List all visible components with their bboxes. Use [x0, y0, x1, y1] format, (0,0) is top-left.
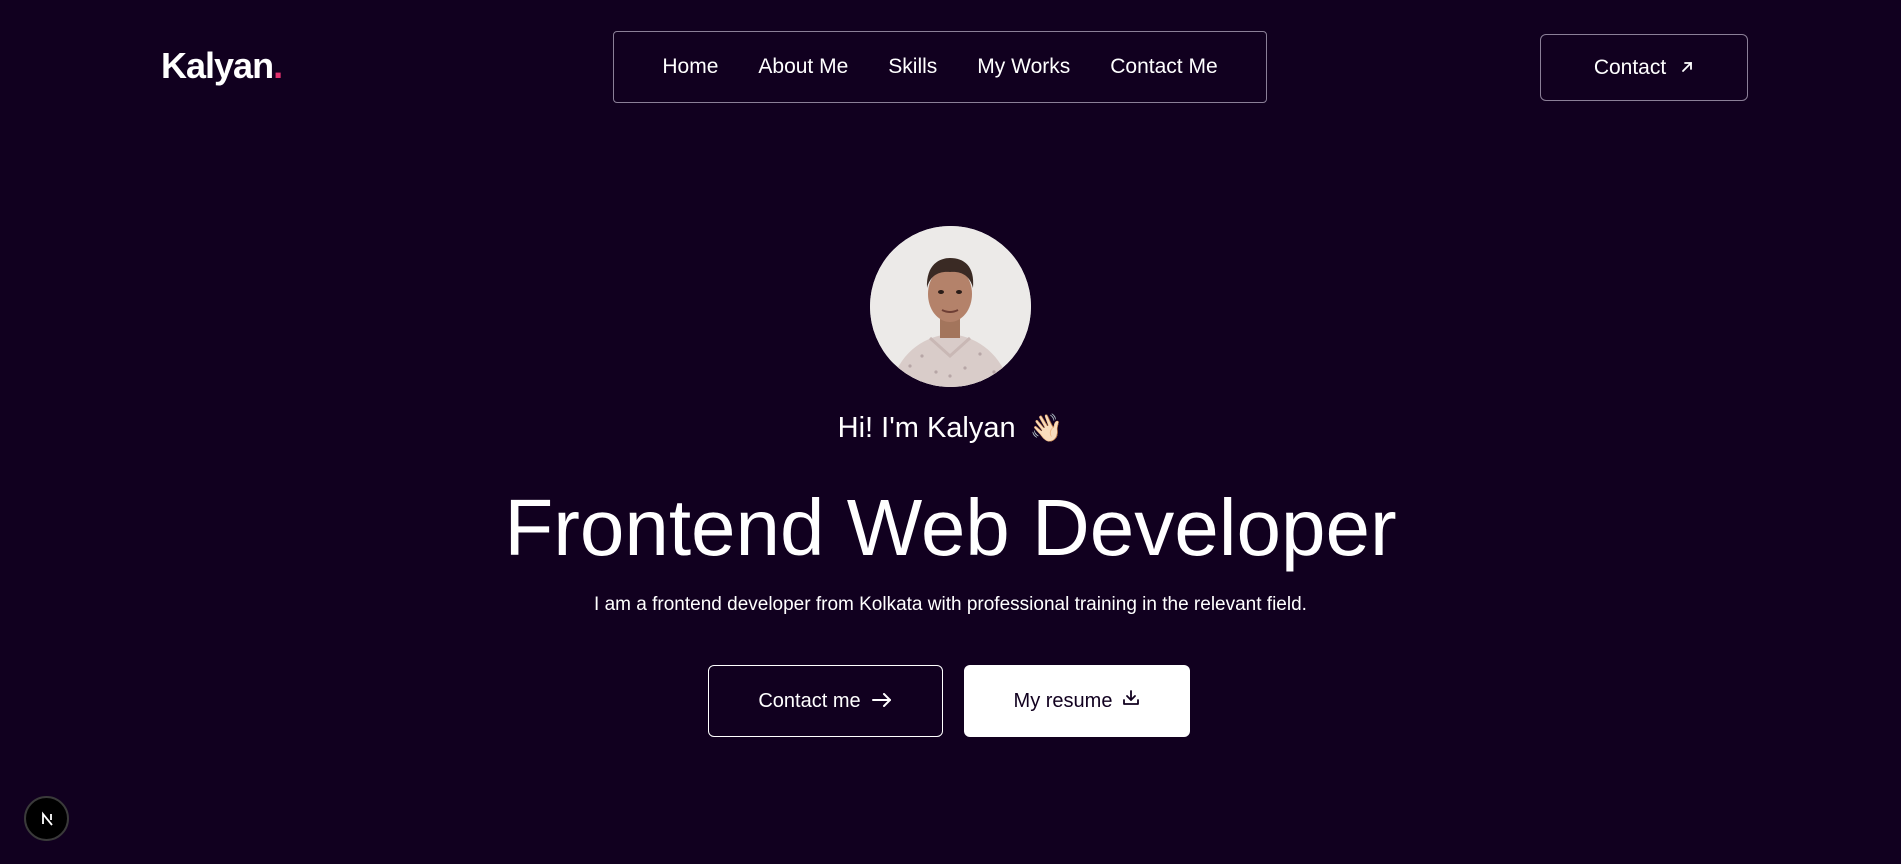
nav-my-works[interactable]: My Works: [977, 54, 1070, 80]
my-resume-button[interactable]: My resume: [964, 665, 1190, 737]
greeting-text: Hi! I'm Kalyan: [837, 412, 1016, 444]
nextjs-logo-icon: [36, 808, 57, 829]
hero-subtext: I am a frontend developer from Kolkata w…: [594, 594, 1307, 615]
arrow-right-icon: [871, 690, 893, 713]
greeting: Hi! I'm Kalyan 👋🏻: [0, 408, 1901, 448]
logo[interactable]: Kalyan.: [161, 44, 283, 88]
contact-button[interactable]: Contact: [1540, 34, 1748, 101]
nav-about-me[interactable]: About Me: [758, 54, 848, 80]
contact-me-button[interactable]: Contact me: [708, 665, 943, 737]
nextjs-dev-badge[interactable]: [24, 796, 69, 841]
my-resume-label: My resume: [1013, 689, 1113, 712]
arrow-up-right-icon: [1680, 56, 1694, 80]
hero-headline: Frontend Web Developer: [504, 483, 1397, 572]
logo-dot: .: [273, 45, 283, 86]
page: Kalyan. Home About Me Skills My Works Co…: [0, 0, 1901, 864]
contact-button-label: Contact: [1593, 55, 1667, 79]
contact-me-label: Contact me: [758, 689, 861, 712]
nav-skills[interactable]: Skills: [888, 54, 937, 80]
logo-text: Kalyan: [161, 45, 274, 86]
profile-avatar: [870, 226, 1031, 387]
main-nav: Home About Me Skills My Works Contact Me: [613, 31, 1267, 103]
waving-hand-icon: 👋🏻: [1029, 413, 1064, 443]
nav-home[interactable]: Home: [662, 54, 718, 80]
nav-contact-me[interactable]: Contact Me: [1110, 54, 1217, 80]
download-icon: [1122, 689, 1140, 713]
